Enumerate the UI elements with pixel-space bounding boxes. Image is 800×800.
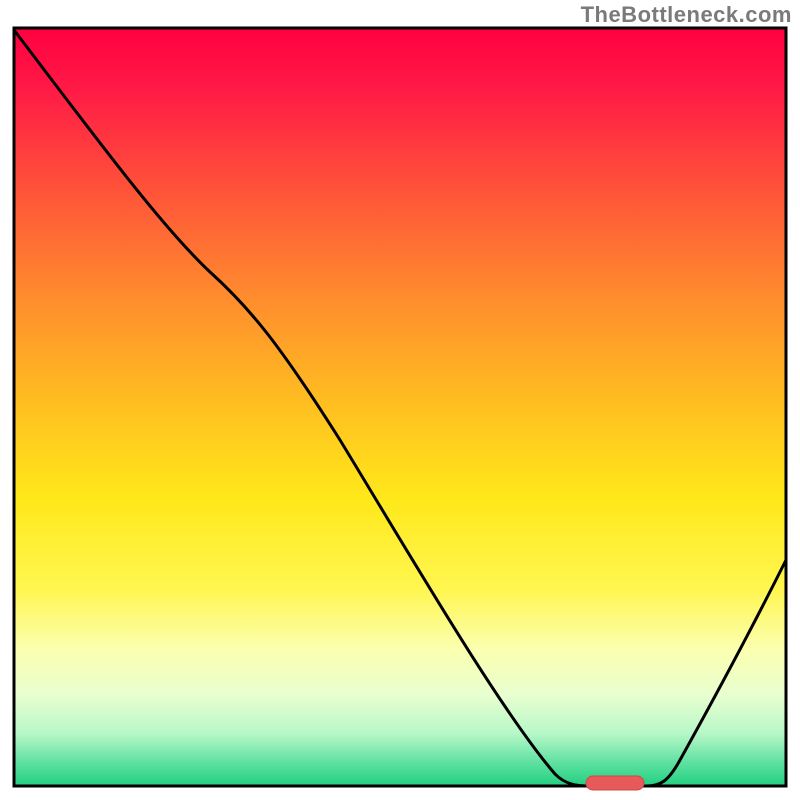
marker-pill [586,776,644,790]
plot-area [14,28,786,786]
gradient-fill [14,28,786,786]
target-marker [586,776,644,790]
chart-svg [0,0,800,800]
chart-container: TheBottleneck.com [0,0,800,800]
watermark-text: TheBottleneck.com [581,2,792,28]
